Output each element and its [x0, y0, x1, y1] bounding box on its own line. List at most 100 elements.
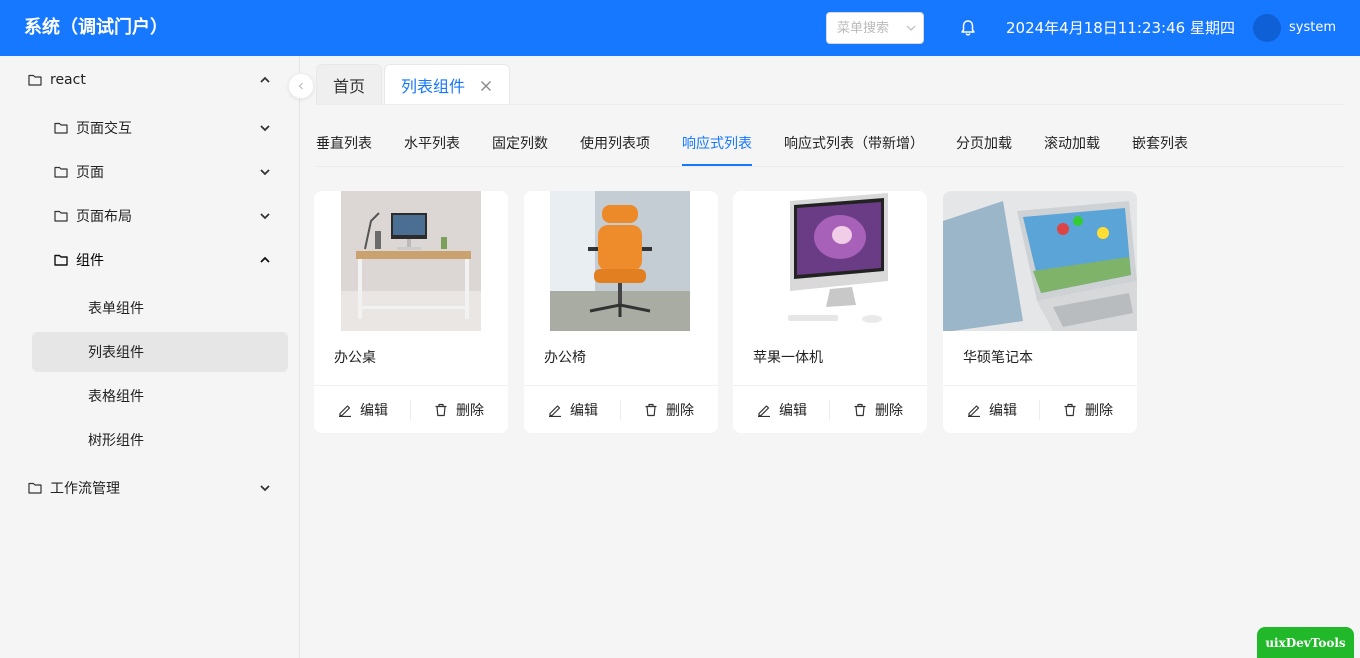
edit-button[interactable]: 编辑: [548, 401, 598, 419]
tab-list-item[interactable]: 使用列表项: [580, 134, 650, 154]
menu-search-select[interactable]: [826, 12, 924, 44]
chevron-up-icon: [260, 76, 270, 83]
delete-label: 删除: [1085, 403, 1113, 419]
sidebar-item-table-component[interactable]: 表格组件: [0, 376, 300, 416]
trash-icon: [645, 403, 657, 417]
trash-icon: [435, 403, 447, 417]
sidebar-collapse-button[interactable]: [288, 73, 314, 99]
trash-icon: [1064, 403, 1076, 417]
trash-icon: [854, 403, 866, 417]
sidebar-item-label: 页面布局: [76, 209, 132, 225]
tab-pagination-load[interactable]: 分页加载: [956, 134, 1012, 154]
folder-icon: [54, 254, 68, 266]
user-avatar[interactable]: [1253, 14, 1281, 42]
delete-button[interactable]: 删除: [434, 401, 484, 419]
imac-image: [760, 191, 900, 331]
card-title: 办公桌: [334, 350, 376, 366]
delete-button[interactable]: 删除: [1063, 401, 1113, 419]
edit-icon: [339, 405, 351, 417]
edit-button[interactable]: 编辑: [757, 401, 807, 419]
sidebar-item-label: 工作流管理: [50, 481, 120, 497]
chevron-left-icon: [298, 82, 303, 90]
edit-label: 编辑: [779, 403, 807, 419]
chair-image: [550, 191, 690, 331]
edit-label: 编辑: [570, 403, 598, 419]
sidebar-item-label: 组件: [76, 253, 104, 269]
card-title: 办公椅: [544, 350, 586, 366]
sidebar-item-page-interaction[interactable]: 页面交互: [0, 108, 300, 148]
chevron-down-icon: [260, 213, 270, 220]
product-card-imac: 苹果一体机 编辑 删除: [733, 191, 927, 433]
product-card-chair: 办公椅 编辑 删除: [524, 191, 718, 433]
delete-label: 删除: [875, 403, 903, 419]
page-tab-list-component[interactable]: 列表组件: [384, 64, 510, 105]
bell-icon[interactable]: [958, 18, 978, 38]
folder-icon: [28, 74, 42, 86]
delete-button[interactable]: 删除: [644, 401, 694, 419]
tab-horizontal-list[interactable]: 水平列表: [404, 134, 460, 154]
product-card-laptop: 华硕笔记本 编辑 删除: [943, 191, 1137, 433]
edit-button[interactable]: 编辑: [967, 401, 1017, 419]
folder-icon: [28, 482, 42, 494]
folder-icon: [54, 210, 68, 222]
tab-scroll-load[interactable]: 滚动加载: [1044, 134, 1100, 154]
sidebar-item-page-layout[interactable]: 页面布局: [0, 196, 300, 236]
laptop-image: [943, 191, 1137, 331]
folder-icon: [54, 122, 68, 134]
sidebar-item-list-component[interactable]: 列表组件: [32, 332, 288, 372]
delete-label: 删除: [456, 403, 484, 419]
card-title: 华硕笔记本: [963, 350, 1033, 366]
tab-responsive-list-add[interactable]: 响应式列表（带新增）: [784, 134, 924, 154]
sidebar-item-label: 表格组件: [88, 389, 144, 405]
chevron-down-icon: [260, 169, 270, 176]
edit-icon: [549, 405, 561, 417]
sidebar-item-tree-component[interactable]: 树形组件: [0, 420, 300, 460]
chevron-up-icon: [260, 256, 270, 263]
edit-icon: [758, 405, 770, 417]
sidebar-item-react[interactable]: react: [0, 60, 300, 100]
folder-icon: [54, 166, 68, 178]
page-tab-home[interactable]: 首页: [316, 64, 382, 105]
sidebar-item-form-component[interactable]: 表单组件: [0, 288, 300, 328]
card-divider: [524, 385, 718, 386]
delete-label: 删除: [666, 403, 694, 419]
sidebar-item-label: 树形组件: [88, 433, 144, 449]
sidebar-item-page[interactable]: 页面: [0, 152, 300, 192]
chevron-down-icon: [260, 125, 270, 132]
edit-label: 编辑: [989, 403, 1017, 419]
tab-vertical-list[interactable]: 垂直列表: [316, 134, 372, 154]
tabs-divider: [316, 104, 1344, 105]
card-divider: [733, 385, 927, 386]
tab-responsive-list[interactable]: 响应式列表: [682, 134, 752, 154]
action-separator: [410, 400, 411, 420]
action-separator: [1039, 400, 1040, 420]
tab-nested-list[interactable]: 嵌套列表: [1132, 134, 1188, 154]
sidebar-item-label: 表单组件: [88, 301, 144, 317]
sidebar-item-components[interactable]: 组件: [0, 240, 300, 280]
datetime-display: 2024年4月18日11:23:46 星期四: [1006, 19, 1235, 37]
app-title: 系统（调试门户）: [24, 17, 168, 38]
chevron-down-icon: [260, 485, 270, 492]
top-header: 系统（调试门户） 2024年4月18日11:23:46 星期四 system: [0, 0, 1360, 56]
sidebar-item-workflow[interactable]: 工作流管理: [0, 468, 300, 508]
card-divider: [943, 385, 1137, 386]
product-card-desk: 办公桌 编辑 删除: [314, 191, 508, 433]
action-separator: [829, 400, 830, 420]
close-icon[interactable]: [480, 80, 492, 92]
sidebar: react 页面交互 页面 页面布局 组件 表单组件 列表组件 表格组件 树形组…: [0, 56, 300, 658]
delete-button[interactable]: 删除: [853, 401, 903, 419]
edit-label: 编辑: [360, 403, 388, 419]
username-label[interactable]: system: [1289, 19, 1336, 37]
card-divider: [314, 385, 508, 386]
tab-fixed-columns[interactable]: 固定列数: [492, 134, 548, 154]
menu-search-input[interactable]: [837, 13, 909, 43]
sidebar-item-label: react: [50, 72, 86, 88]
subtabs-divider: [316, 166, 1344, 167]
chevron-down-icon: [906, 25, 916, 31]
sidebar-item-label: 列表组件: [88, 345, 144, 361]
edit-button[interactable]: 编辑: [338, 401, 388, 419]
desk-image: [341, 191, 481, 331]
page-tab-label: 首页: [333, 77, 366, 96]
devtools-button[interactable]: uixDevTools: [1257, 627, 1354, 658]
sidebar-item-label: 页面: [76, 165, 104, 181]
